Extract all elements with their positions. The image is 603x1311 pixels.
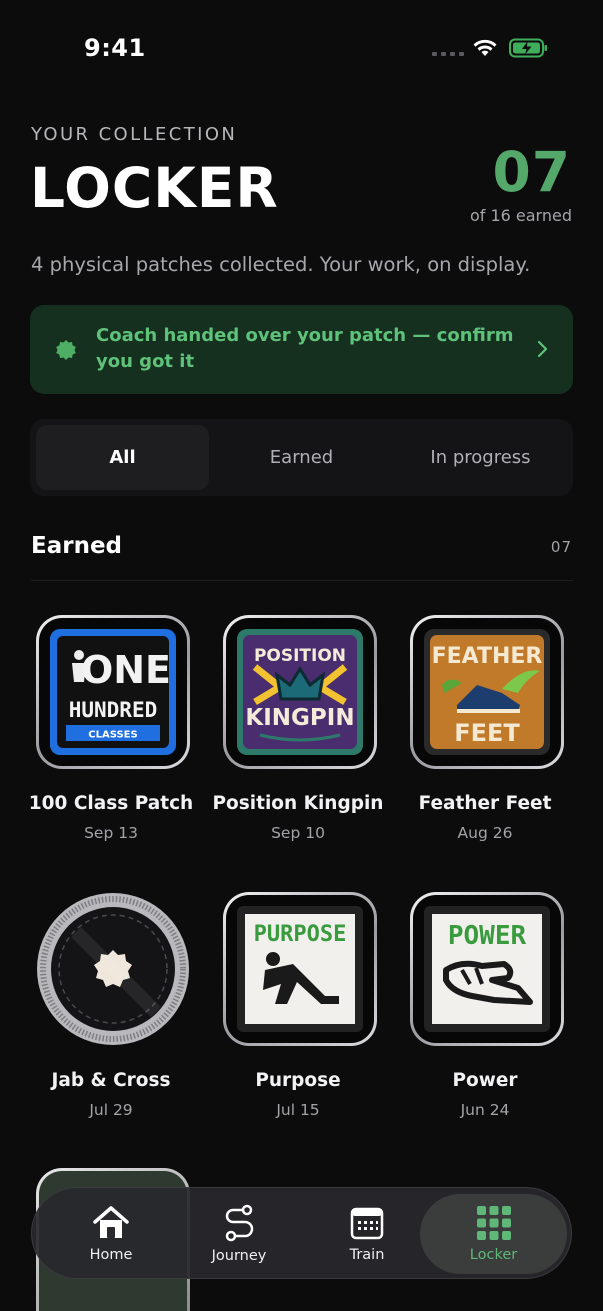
patch-art-line1: POSITION bbox=[254, 646, 346, 666]
collection-eyebrow: YOUR COLLECTION bbox=[31, 124, 238, 145]
jab-cross-locked-badge-image bbox=[37, 893, 189, 1045]
grid-icon bbox=[476, 1206, 511, 1240]
filter-segmented-control: All Earned In progress bbox=[30, 419, 573, 496]
patch-date: Sep 13 bbox=[84, 824, 138, 842]
purpose-patch-image: PURPOSE bbox=[237, 906, 363, 1032]
banner-message: Coach handed over your patch — confirm y… bbox=[96, 325, 514, 372]
patch-art-line3: CLASSES bbox=[88, 730, 137, 741]
home-icon bbox=[93, 1206, 129, 1238]
filter-all[interactable]: All bbox=[36, 425, 209, 490]
position-kingpin-patch-image: POSITION KINGPIN bbox=[237, 629, 363, 755]
cellular-signal-icon bbox=[432, 52, 464, 56]
patch-art-line1: PURPOSE bbox=[254, 922, 347, 947]
chevron-right-icon bbox=[537, 340, 548, 358]
badge-icon bbox=[56, 340, 76, 360]
battery-icon bbox=[509, 38, 547, 58]
patch-frame: PURPOSE bbox=[223, 892, 377, 1046]
patch-card[interactable]: PURPOSE Purpose Jul 15 bbox=[218, 892, 378, 1132]
one-hundred-patch-image: ONE HUNDRED CLASSES bbox=[50, 629, 176, 755]
patch-art-line1: FEATHER bbox=[432, 644, 543, 669]
patch-art-line2: FEET bbox=[454, 719, 520, 747]
patch-frame: POSITION KINGPIN bbox=[223, 615, 377, 769]
patch-date: Jul 15 bbox=[276, 1101, 320, 1119]
patch-name: 100 Class Patch bbox=[28, 793, 194, 814]
section-title: Earned bbox=[31, 533, 123, 559]
patch-art-line1: ONE bbox=[81, 648, 171, 692]
tab-train[interactable]: Train bbox=[302, 1188, 432, 1280]
tab-label: Journey bbox=[211, 1248, 267, 1264]
patch-date: Jul 29 bbox=[89, 1101, 133, 1119]
patch-art-line2: HUNDRED bbox=[69, 698, 158, 722]
tab-label: Train bbox=[349, 1247, 385, 1263]
patch-date: Jun 24 bbox=[460, 1101, 510, 1119]
patch-card[interactable]: ONE HUNDRED CLASSES 100 Class Patch Sep … bbox=[29, 615, 193, 855]
section-divider bbox=[31, 580, 573, 581]
patch-card[interactable]: FEATHER FEET Feather Feet Aug 26 bbox=[405, 615, 565, 855]
tab-journey[interactable]: Journey bbox=[174, 1188, 304, 1280]
patch-frame: FEATHER FEET bbox=[410, 615, 564, 769]
tab-home[interactable]: Home bbox=[46, 1188, 176, 1280]
patch-frame: POWER bbox=[410, 892, 564, 1046]
patch-card[interactable]: Jab & Cross Jul 29 bbox=[31, 892, 191, 1132]
patch-name: Purpose bbox=[255, 1070, 341, 1091]
route-icon bbox=[225, 1204, 254, 1242]
patch-name: Feather Feet bbox=[418, 793, 552, 814]
feather-feet-patch-image: FEATHER FEET bbox=[424, 629, 550, 755]
patch-card[interactable]: POSITION KINGPIN Position Kingpin Sep 10 bbox=[213, 615, 383, 855]
page-title: LOCKER bbox=[30, 156, 279, 220]
patch-card[interactable]: POWER Power Jun 24 bbox=[405, 892, 565, 1132]
filter-earned[interactable]: Earned bbox=[215, 425, 388, 490]
tab-locker[interactable]: Locker bbox=[420, 1194, 567, 1274]
wifi-icon bbox=[473, 39, 497, 56]
tab-label: Locker bbox=[469, 1247, 518, 1263]
tab-label: Home bbox=[89, 1247, 133, 1263]
patch-frame: ONE HUNDRED CLASSES bbox=[36, 615, 190, 769]
patch-date: Sep 10 bbox=[271, 824, 325, 842]
calendar-icon bbox=[350, 1207, 384, 1240]
page-subtitle: 4 physical patches collected. Your work,… bbox=[31, 253, 531, 276]
patch-art-line1: POWER bbox=[448, 921, 527, 951]
patch-name: Power bbox=[452, 1070, 518, 1091]
status-bar: 9:41 bbox=[0, 0, 603, 96]
patch-art-line2: KINGPIN bbox=[245, 705, 354, 731]
tab-bar: Home Journey Train Locker bbox=[31, 1187, 572, 1279]
power-patch-image: POWER bbox=[424, 906, 550, 1032]
status-time: 9:41 bbox=[84, 34, 146, 62]
earned-count-label: of 16 earned bbox=[469, 206, 572, 225]
earned-count: 07 bbox=[492, 140, 571, 204]
patch-name: Position Kingpin bbox=[212, 793, 384, 814]
patch-date: Aug 26 bbox=[457, 824, 513, 842]
patch-name: Jab & Cross bbox=[51, 1070, 171, 1091]
patch-handover-banner[interactable]: Coach handed over your patch — confirm y… bbox=[30, 305, 573, 394]
section-count: 07 bbox=[550, 538, 572, 556]
filter-in-progress[interactable]: In progress bbox=[394, 425, 567, 490]
